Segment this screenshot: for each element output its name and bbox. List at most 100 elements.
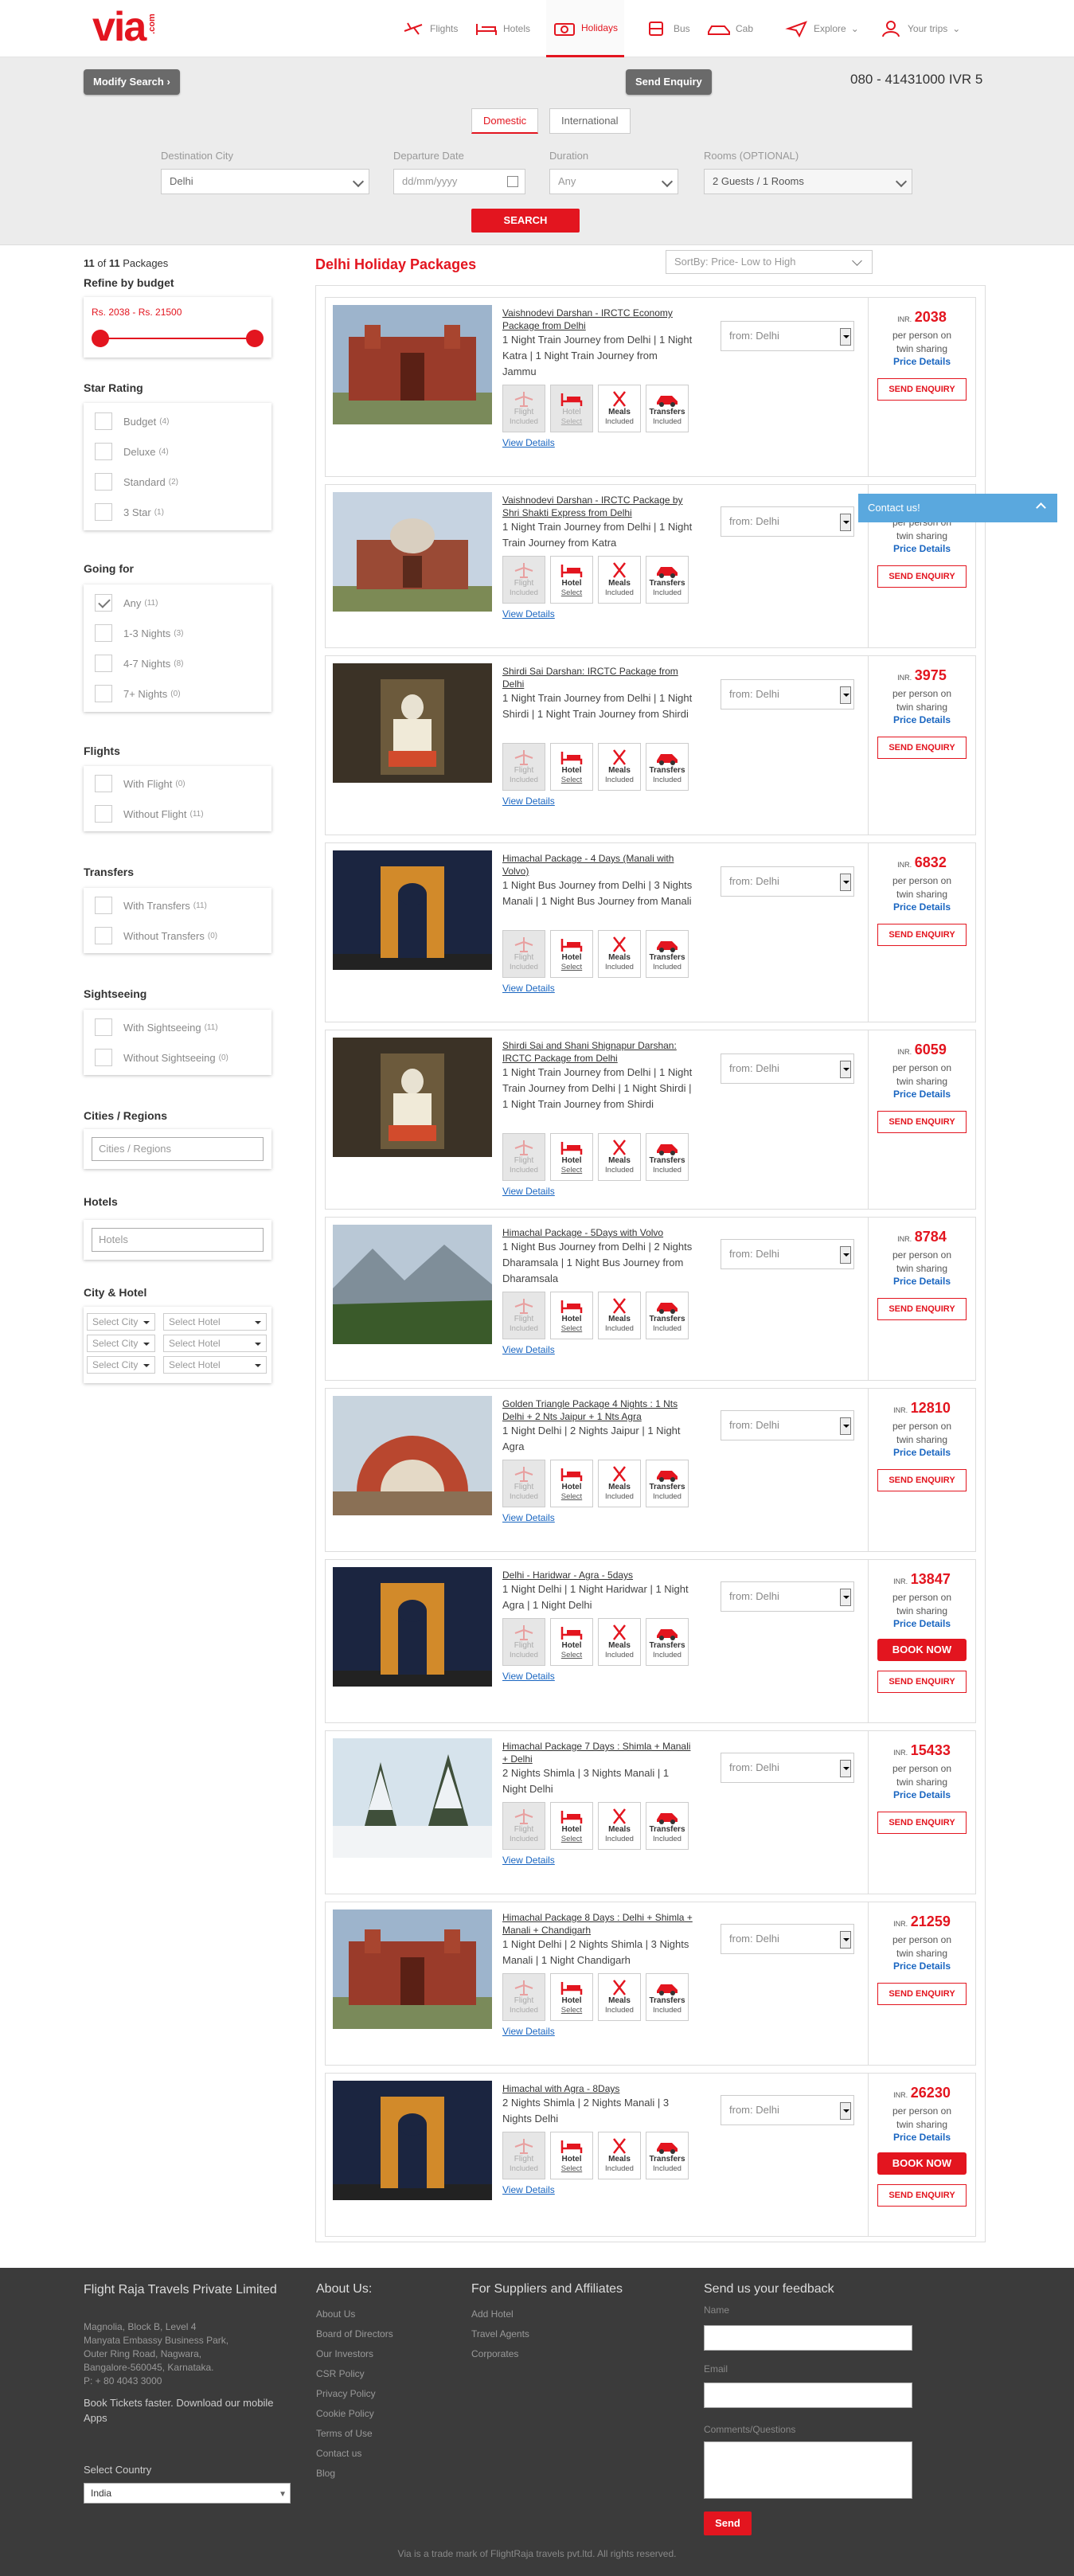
package-name[interactable]: Vaishnodevi Darshan - IRCTC Package by S…: [502, 494, 693, 519]
feature-hotel[interactable]: Hotel Select: [550, 1133, 593, 1181]
checkbox[interactable]: [95, 1049, 112, 1066]
filter-deluxe[interactable]: Deluxe (4): [84, 436, 271, 467]
package-image[interactable]: [333, 1567, 492, 1687]
view-details-link[interactable]: View Details: [502, 795, 555, 807]
feature-hotel[interactable]: Hotel Select: [550, 1292, 593, 1339]
tab-international[interactable]: International: [549, 108, 631, 134]
departure-city-select[interactable]: from: Delhi: [721, 2095, 854, 2125]
view-details-link[interactable]: View Details: [502, 2026, 555, 2037]
price-details-link[interactable]: Price Details: [869, 901, 975, 913]
tab-domestic[interactable]: Domestic: [471, 108, 539, 134]
departure-city-select[interactable]: from: Delhi: [721, 679, 854, 709]
select-hotel-1[interactable]: Select Hotel: [163, 1313, 267, 1331]
package-name[interactable]: Delhi - Haridwar - Agra - 5days: [502, 1569, 693, 1581]
modify-search-button[interactable]: Modify Search ›: [84, 69, 180, 95]
footer-link[interactable]: Terms of Use: [316, 2424, 393, 2444]
footer-link[interactable]: Board of Directors: [316, 2324, 393, 2344]
search-button[interactable]: SEARCH: [471, 209, 580, 233]
footer-link[interactable]: Contact us: [316, 2444, 393, 2464]
view-details-link[interactable]: View Details: [502, 2184, 555, 2195]
filter-without-flight[interactable]: Without Flight (11): [84, 799, 271, 829]
filter-1-3-nights[interactable]: 1-3 Nights (3): [84, 618, 271, 648]
checkbox[interactable]: [95, 805, 112, 823]
footer-link[interactable]: Add Hotel: [471, 2304, 529, 2324]
checkbox[interactable]: [95, 443, 112, 460]
nav-hotels[interactable]: Hotels: [468, 0, 537, 57]
departure-city-select[interactable]: from: Delhi: [721, 1753, 854, 1783]
departure-city-select[interactable]: from: Delhi: [721, 866, 854, 897]
package-name[interactable]: Shirdi Sai and Shani Shignapur Darshan: …: [502, 1039, 693, 1065]
calendar-icon[interactable]: [507, 176, 518, 187]
price-details-link[interactable]: Price Details: [869, 543, 975, 554]
send-enquiry-button[interactable]: SEND ENQUIRY: [877, 1812, 967, 1834]
filter-with-transfers[interactable]: With Transfers (11): [84, 890, 271, 921]
package-image[interactable]: [333, 1910, 492, 2029]
price-details-link[interactable]: Price Details: [869, 356, 975, 367]
hotels-input[interactable]: Hotels: [92, 1228, 264, 1252]
send-enquiry-button[interactable]: SEND ENQUIRY: [877, 1469, 967, 1491]
view-details-link[interactable]: View Details: [502, 1671, 555, 1682]
package-name[interactable]: Himachal with Agra - 8Days: [502, 2082, 693, 2095]
checkbox[interactable]: [95, 473, 112, 491]
departure-city-select[interactable]: from: Delhi: [721, 1410, 854, 1440]
filter-with-flight[interactable]: With Flight (0): [84, 768, 271, 799]
view-details-link[interactable]: View Details: [502, 1344, 555, 1355]
send-enquiry-button[interactable]: SEND ENQUIRY: [877, 378, 967, 401]
select-city-3[interactable]: Select City: [87, 1356, 155, 1374]
feature-hotel[interactable]: Hotel Select: [550, 2132, 593, 2179]
package-image[interactable]: [333, 1225, 492, 1344]
feature-hotel[interactable]: Hotel Select: [550, 1973, 593, 2021]
view-details-link[interactable]: View Details: [502, 1855, 555, 1866]
package-name[interactable]: Himachal Package 8 Days : Delhi + Shimla…: [502, 1911, 693, 1937]
price-details-link[interactable]: Price Details: [869, 2132, 975, 2143]
send-enquiry-button[interactable]: SEND ENQUIRY: [877, 2184, 967, 2207]
feature-hotel[interactable]: Hotel Select: [550, 1460, 593, 1507]
package-name[interactable]: Himachal Package 7 Days : Shimla + Manal…: [502, 1740, 693, 1765]
book-now-button[interactable]: BOOK NOW: [877, 2152, 967, 2175]
filter-budget[interactable]: Budget (4): [84, 406, 271, 436]
departure-city-select[interactable]: from: Delhi: [721, 321, 854, 351]
footer-link[interactable]: Privacy Policy: [316, 2384, 393, 2404]
feature-hotel[interactable]: Hotel Select: [550, 930, 593, 978]
feature-hotel[interactable]: Hotel Select: [550, 743, 593, 791]
footer-link[interactable]: About Us: [316, 2304, 393, 2324]
package-image[interactable]: [333, 2081, 492, 2200]
email-input[interactable]: [704, 2383, 912, 2408]
name-input[interactable]: [704, 2325, 912, 2351]
filter-with-sightseeing[interactable]: With Sightseeing (11): [84, 1012, 271, 1042]
via-logo[interactable]: via: [92, 5, 146, 49]
nav-holidays[interactable]: Holidays: [546, 0, 625, 57]
nav-flights[interactable]: Flights: [395, 0, 464, 57]
filter-without-transfers[interactable]: Without Transfers (0): [84, 921, 271, 951]
send-enquiry-button[interactable]: SEND ENQUIRY: [877, 1983, 967, 2005]
feature-hotel[interactable]: Hotel Select: [550, 556, 593, 604]
budget-max-handle[interactable]: [246, 330, 264, 347]
footer-link[interactable]: CSR Policy: [316, 2364, 393, 2384]
nav-explore[interactable]: Explore ⌄: [779, 0, 865, 57]
sort-by-select[interactable]: SortBy: Price- Low to High: [666, 250, 873, 274]
filter-7-plus-nights[interactable]: 7+ Nights (0): [84, 678, 271, 709]
checkbox[interactable]: [95, 1018, 112, 1036]
checkbox[interactable]: [95, 655, 112, 672]
checkbox[interactable]: [95, 624, 112, 642]
contact-us-tab[interactable]: Contact us!: [858, 494, 1057, 522]
view-details-link[interactable]: View Details: [502, 1512, 555, 1523]
package-image[interactable]: [333, 663, 492, 783]
package-name[interactable]: Himachal Package - 4 Days (Manali with V…: [502, 852, 693, 878]
departure-city-select[interactable]: from: Delhi: [721, 1924, 854, 1954]
book-now-button[interactable]: BOOK NOW: [877, 1639, 967, 1661]
nav-your-trips[interactable]: Your trips ⌄: [873, 0, 967, 57]
country-select[interactable]: India ▼: [84, 2483, 291, 2504]
duration-select[interactable]: Any: [549, 169, 678, 194]
footer-link[interactable]: Corporates: [471, 2344, 529, 2364]
view-details-link[interactable]: View Details: [502, 983, 555, 994]
package-image[interactable]: [333, 1396, 492, 1515]
package-name[interactable]: Vaishnodevi Darshan - IRCTC Economy Pack…: [502, 307, 693, 332]
checkbox[interactable]: [95, 775, 112, 792]
footer-link[interactable]: Cookie Policy: [316, 2404, 393, 2424]
filter-standard[interactable]: Standard (2): [84, 467, 271, 497]
select-hotel-2[interactable]: Select Hotel: [163, 1335, 267, 1352]
feature-hotel[interactable]: Hotel Select: [550, 385, 593, 432]
checkbox[interactable]: [95, 412, 112, 430]
price-details-link[interactable]: Price Details: [869, 1789, 975, 1800]
